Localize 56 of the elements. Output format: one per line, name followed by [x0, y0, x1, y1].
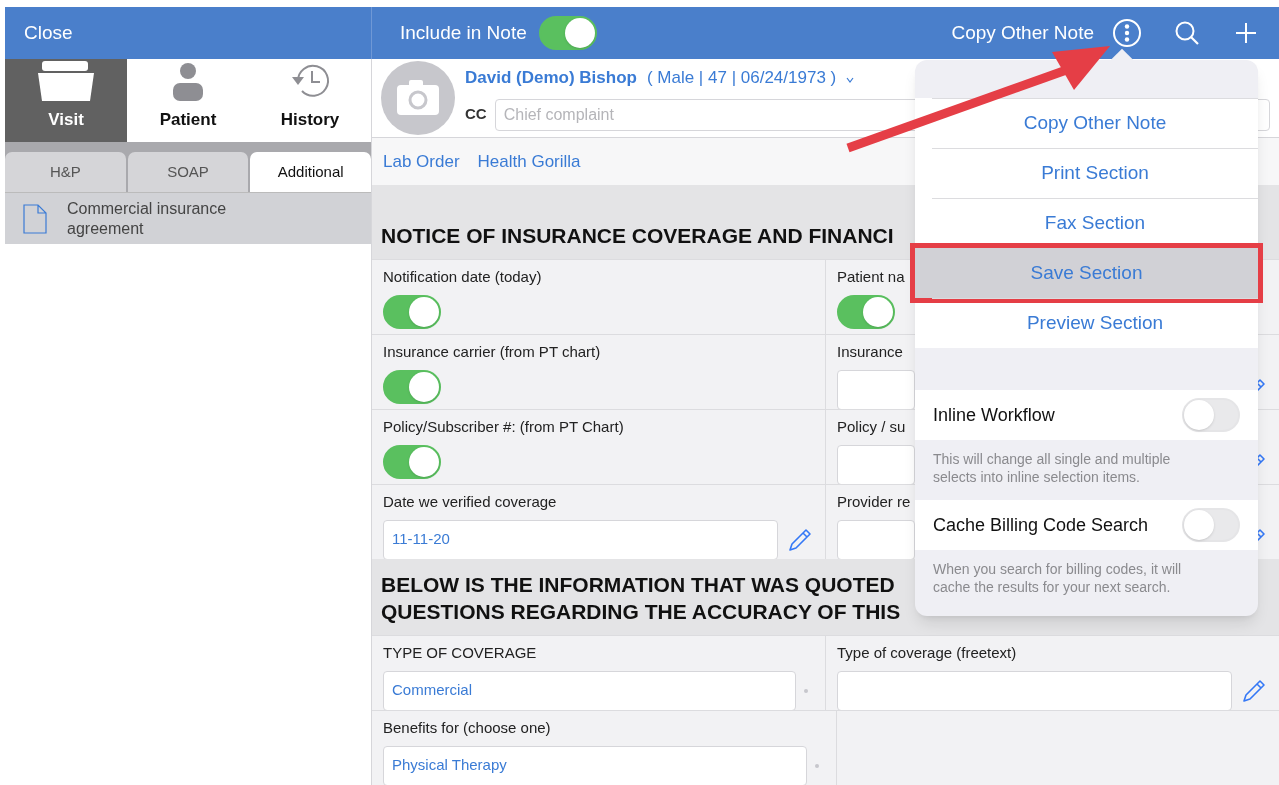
- document-icon: [23, 203, 47, 234]
- menu-item[interactable]: Copy Other Note: [932, 98, 1258, 148]
- cc-label: CC: [465, 104, 487, 125]
- field-label: Insurance: [837, 342, 903, 362]
- patient-details[interactable]: ( Male | 47 | 06/24/1973 ): [646, 65, 837, 91]
- folder-icon: [38, 60, 94, 101]
- field-label: Insurance carrier (from PT chart): [383, 342, 601, 362]
- segment-tab[interactable]: SOAP: [127, 152, 249, 192]
- more-icon[interactable]: [1112, 18, 1142, 48]
- add-icon[interactable]: [1235, 22, 1257, 44]
- field-label: Date we verified coverage: [383, 492, 557, 512]
- link[interactable]: Lab Order: [383, 148, 460, 175]
- toggle-switch[interactable]: [383, 294, 441, 329]
- field-label: Patient na: [837, 267, 905, 287]
- toggle-switch[interactable]: [383, 369, 441, 404]
- menu-item[interactable]: Print Section: [932, 148, 1258, 198]
- camera-avatar-icon[interactable]: [381, 60, 455, 135]
- section-heading: BELOW IS THE INFORMATION THAT WAS QUOTED: [381, 572, 895, 598]
- input-field[interactable]: [837, 369, 915, 410]
- field-label: Notification date (today): [383, 267, 542, 287]
- input-field[interactable]: Commercial: [383, 670, 796, 711]
- include-in-note-label: Include in Note: [400, 20, 527, 45]
- input-field[interactable]: Physical Therapy: [383, 745, 807, 785]
- field-label: Policy / su: [837, 417, 906, 437]
- chevron-down-icon[interactable]: [846, 77, 855, 84]
- close-button[interactable]: Close: [24, 18, 73, 48]
- person-icon: [172, 62, 204, 101]
- setting-label: Cache Billing Code Search: [933, 513, 1150, 537]
- search-icon[interactable]: [1174, 20, 1200, 46]
- document-item[interactable]: Commercial insurance agreement: [5, 192, 371, 244]
- field-label: TYPE OF COVERAGE: [383, 643, 537, 663]
- input-field[interactable]: [837, 444, 915, 485]
- segment-tab[interactable]: H&P: [5, 152, 126, 192]
- copy-other-note-button[interactable]: Copy Other Note: [951, 18, 1094, 48]
- include-toggle[interactable]: [538, 16, 597, 50]
- field-label: Benefits for (choose one): [383, 718, 551, 738]
- toggle-switch[interactable]: [383, 444, 441, 479]
- field-label: Provider re: [837, 492, 911, 512]
- toggle-switch[interactable]: [837, 294, 895, 329]
- setting-toggle[interactable]: [1182, 398, 1240, 432]
- input-field[interactable]: 11-11-20: [383, 519, 778, 560]
- field-label: Type of coverage (freetext): [837, 643, 1017, 663]
- link[interactable]: Health Gorilla: [477, 148, 581, 175]
- field-label: Policy/Subscriber #: (from PT Chart): [383, 417, 624, 437]
- nav-tab[interactable]: Visit: [5, 59, 127, 142]
- section-heading: NOTICE OF INSURANCE COVERAGE AND FINANCI: [381, 223, 894, 249]
- setting-toggle[interactable]: [1182, 508, 1240, 542]
- input-field[interactable]: [837, 519, 915, 560]
- menu-item[interactable]: Preview Section: [932, 298, 1258, 348]
- segment-tab[interactable]: Additional: [250, 152, 371, 192]
- patient-name[interactable]: David (Demo) Bishop: [465, 65, 637, 91]
- setting-description: This will change all single and multiple selects into inline selection items.: [933, 450, 1172, 486]
- setting-label: Inline Workflow: [933, 403, 1056, 427]
- section-heading: QUESTIONS REGARDING THE ACCURACY OF THIS: [381, 599, 901, 625]
- input-field[interactable]: [837, 670, 1232, 711]
- setting-description: When you search for billing codes, it will cache the results for your next search.: [933, 560, 1183, 596]
